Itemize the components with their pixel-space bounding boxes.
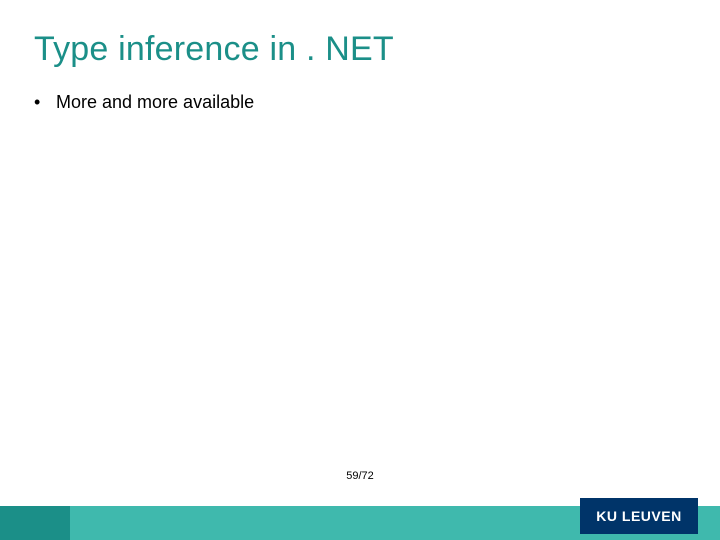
footer: KU LEUVEN xyxy=(0,498,720,540)
slide-body: • More and more available xyxy=(34,92,680,113)
footer-accent xyxy=(0,506,70,540)
bullet-icon: • xyxy=(34,93,56,111)
slide-title: Type inference in . NET xyxy=(34,30,394,69)
slide: Type inference in . NET • More and more … xyxy=(0,0,720,540)
bullet-text: More and more available xyxy=(56,92,254,113)
brand-badge: KU LEUVEN xyxy=(580,498,698,534)
page-number: 59/72 xyxy=(0,470,720,482)
list-item: • More and more available xyxy=(34,92,680,113)
brand-text: KU LEUVEN xyxy=(596,508,681,524)
